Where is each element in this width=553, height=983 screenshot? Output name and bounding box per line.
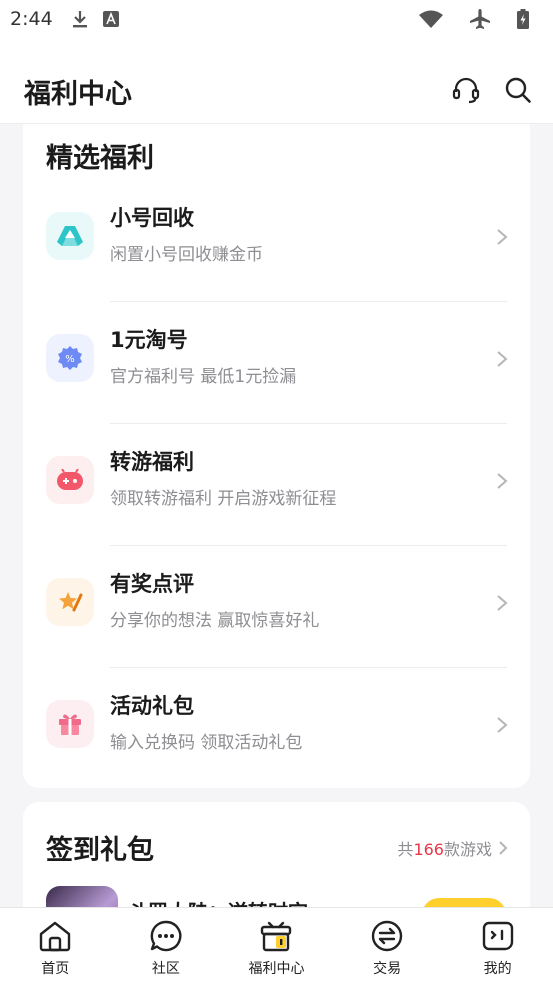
chevron-right-icon <box>497 595 508 611</box>
benefit-title: 有奖点评 <box>110 572 194 596</box>
welfare-box-icon <box>258 918 294 954</box>
chevron-right-icon <box>497 351 508 367</box>
benefit-title: 小号回收 <box>110 206 194 230</box>
chevron-right-icon <box>497 473 508 489</box>
benefit-item-game-transfer[interactable]: 转游福利 领取转游福利 开启游戏新征程 <box>23 424 530 546</box>
headset-icon[interactable] <box>450 74 482 106</box>
home-icon <box>37 918 73 954</box>
chevron-right-icon <box>497 717 508 733</box>
game-name[interactable]: 斗罗大陆：逆转时空 <box>128 896 308 907</box>
search-icon[interactable] <box>502 74 534 106</box>
benefit-item-one-yuan-account[interactable]: % 1元淘号 官方福利号 最低1元捡漏 <box>23 302 530 424</box>
checkin-more-suffix: 款游戏 <box>443 840 492 859</box>
tab-label: 社区 <box>151 961 180 977</box>
tab-label: 我的 <box>483 961 512 977</box>
benefit-title: 转游福利 <box>110 450 194 474</box>
font-a-icon <box>102 11 119 27</box>
benefit-item-rated-review[interactable]: 有奖点评 分享你的想法 赢取惊喜好礼 <box>23 546 530 668</box>
section-title-checkin: 签到礼包 <box>46 835 154 866</box>
svg-text:%: % <box>65 354 75 365</box>
page-title: 福利中心 <box>24 79 132 110</box>
section-title-benefits: 精选福利 <box>46 143 154 174</box>
tab-label: 福利中心 <box>248 961 305 977</box>
benefit-subtitle: 领取转游福利 开启游戏新征程 <box>110 489 337 509</box>
battery-charging-icon <box>517 9 529 29</box>
wifi-icon <box>419 10 443 28</box>
tab-community[interactable]: 社区 <box>111 908 222 983</box>
checkin-button[interactable] <box>422 898 506 907</box>
benefit-item-account-recycle[interactable]: 小号回收 闲置小号回收赚金币 <box>23 180 530 302</box>
featured-benefits-card: 精选福利 小号回收 闲置小号回收赚金币 % 1元淘号 官方福利号 最低1元捡漏 <box>23 124 530 788</box>
game-thumbnail[interactable] <box>46 886 118 907</box>
app-header: 福利中心 <box>0 38 553 124</box>
status-bar: 2:44 <box>0 0 553 38</box>
exchange-icon <box>369 918 405 954</box>
checkin-more-prefix: 共 <box>397 840 414 859</box>
download-icon <box>71 9 89 29</box>
tab-profile[interactable]: 我的 <box>442 908 553 983</box>
checkin-more-link[interactable]: 共166款游戏 <box>397 836 508 860</box>
content-scroll[interactable]: 精选福利 小号回收 闲置小号回收赚金币 % 1元淘号 官方福利号 最低1元捡漏 <box>0 124 553 907</box>
airplane-icon <box>469 8 491 30</box>
status-time: 2:44 <box>10 8 53 30</box>
review-star-icon <box>46 578 94 626</box>
checkin-game-count: 166 <box>413 840 444 859</box>
checkin-gift-card: 签到礼包 共166款游戏 斗罗大陆：逆转时空 <box>23 802 530 907</box>
benefit-subtitle: 分享你的想法 赢取惊喜好礼 <box>110 611 320 631</box>
bottom-tab-bar: 首页 社区 福利中心 交易 我的 <box>0 907 553 983</box>
tab-welfare-center[interactable]: 福利中心 <box>221 908 332 983</box>
tab-label: 首页 <box>41 961 70 977</box>
benefit-title: 活动礼包 <box>110 694 194 718</box>
benefit-subtitle: 输入兑换码 领取活动礼包 <box>110 733 303 753</box>
tab-home[interactable]: 首页 <box>0 908 111 983</box>
percent-badge-icon: % <box>46 334 94 382</box>
recycle-triangle-icon <box>46 212 94 260</box>
gamepad-icon <box>46 456 94 504</box>
tab-trade[interactable]: 交易 <box>332 908 443 983</box>
chevron-right-icon <box>497 229 508 245</box>
tab-label: 交易 <box>373 961 402 977</box>
chevron-right-icon <box>499 841 508 855</box>
profile-face-icon <box>480 918 516 954</box>
gift-icon <box>46 700 94 748</box>
benefit-subtitle: 闲置小号回收赚金币 <box>110 245 263 265</box>
chat-bubble-icon <box>148 918 184 954</box>
benefit-title: 1元淘号 <box>110 328 188 352</box>
benefit-item-event-gift[interactable]: 活动礼包 输入兑换码 领取活动礼包 <box>23 668 530 790</box>
benefit-subtitle: 官方福利号 最低1元捡漏 <box>110 367 297 387</box>
